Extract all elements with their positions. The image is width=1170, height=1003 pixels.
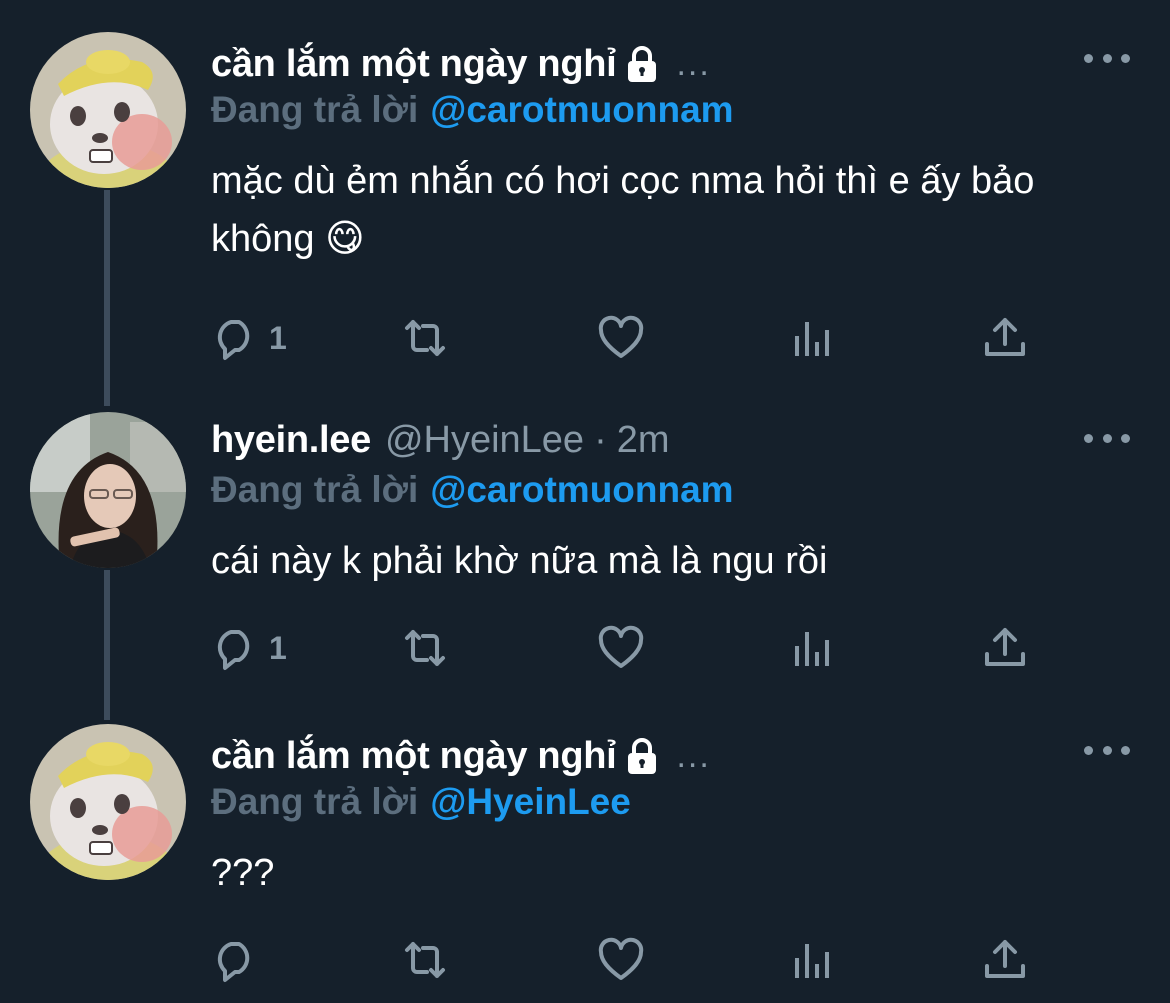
replying-label: Đang trả lời [211, 781, 419, 822]
analytics-button[interactable] [789, 934, 837, 986]
reply-button[interactable]: 1 [211, 312, 287, 364]
tweet[interactable]: hyein.lee @HyeinLee · 2m Đang trả lời @c… [0, 400, 1170, 720]
reply-icon [217, 942, 250, 982]
reply-count: 1 [269, 319, 287, 356]
more-icon[interactable] [1084, 740, 1130, 760]
tweet[interactable]: cần lắm một ngày nghỉ ... Đang trả lời @… [0, 0, 1170, 400]
tweet-actions [211, 934, 1051, 986]
mention-link[interactable]: @carotmuonnam [430, 469, 733, 511]
tweet-thread: cần lắm một ngày nghỉ ... Đang trả lời @… [0, 0, 1170, 1003]
like-icon [598, 625, 644, 668]
mention-link[interactable]: @carotmuonnam [430, 89, 733, 131]
more-icon[interactable] [1084, 428, 1130, 448]
retweet-icon [405, 942, 445, 978]
timestamp[interactable]: 2m [617, 419, 670, 462]
retweet-button[interactable] [401, 934, 449, 986]
analytics-icon [795, 322, 829, 356]
cartoon-avatar-image [30, 32, 186, 188]
display-name[interactable]: hyein.lee [211, 419, 371, 462]
mention-link[interactable]: @HyeinLee [430, 781, 631, 823]
reply-icon [217, 630, 250, 670]
avatar[interactable] [30, 724, 186, 880]
lock-icon [622, 44, 662, 84]
replying-label: Đang trả lời [211, 469, 419, 510]
reply-button[interactable]: 1 [211, 622, 287, 674]
retweet-icon [405, 630, 445, 666]
reply-button[interactable] [211, 934, 269, 986]
replying-to: Đang trả lời @carotmuonnam [211, 88, 734, 132]
tweet-actions: 1 [211, 622, 1051, 674]
replying-to: Đang trả lời @HyeinLee [211, 780, 631, 824]
like-button[interactable] [597, 312, 645, 364]
photo-avatar-image [30, 412, 186, 568]
like-button[interactable] [597, 622, 645, 674]
avatar[interactable] [30, 32, 186, 188]
avatar[interactable] [30, 412, 186, 568]
truncated-indicator: ... [676, 44, 711, 83]
retweet-icon [405, 320, 445, 356]
share-icon [985, 940, 1025, 978]
display-name[interactable]: cần lắm một ngày nghỉ [211, 43, 617, 86]
tweet[interactable]: cần lắm một ngày nghỉ ... Đang trả lời @… [0, 720, 1170, 1003]
share-button[interactable] [981, 934, 1029, 986]
share-button[interactable] [981, 312, 1029, 364]
like-button[interactable] [597, 934, 645, 986]
analytics-icon [795, 632, 829, 666]
tweet-header: cần lắm một ngày nghỉ ... [211, 42, 711, 86]
retweet-button[interactable] [401, 622, 449, 674]
separator-dot: · [594, 418, 607, 461]
analytics-button[interactable] [789, 622, 837, 674]
tweet-text: ??? [211, 852, 275, 894]
truncated-indicator: ... [676, 736, 711, 775]
reply-icon [217, 320, 250, 360]
replying-label: Đang trả lời [211, 89, 419, 130]
user-handle[interactable]: @HyeinLee [385, 419, 584, 462]
display-name[interactable]: cần lắm một ngày nghỉ [211, 735, 617, 778]
retweet-button[interactable] [401, 312, 449, 364]
reply-count: 1 [269, 629, 287, 666]
analytics-button[interactable] [789, 312, 837, 364]
tweet-header: hyein.lee @HyeinLee · 2m [211, 418, 670, 462]
tweet-text: mặc dù ẻm nhắn có hơi cọc nma hỏi thì e … [211, 160, 1035, 260]
tweet-actions: 1 [211, 312, 1051, 364]
lock-icon [622, 736, 662, 776]
like-icon [598, 937, 644, 980]
like-icon [598, 315, 644, 358]
cartoon-avatar-image [30, 724, 186, 880]
share-icon [985, 628, 1025, 666]
analytics-icon [795, 944, 829, 978]
replying-to: Đang trả lời @carotmuonnam [211, 468, 734, 512]
more-icon[interactable] [1084, 48, 1130, 68]
tweet-text: cái này k phải khờ nữa mà là ngu rồi [211, 540, 828, 582]
share-button[interactable] [981, 622, 1029, 674]
tweet-header: cần lắm một ngày nghỉ ... [211, 734, 711, 778]
share-icon [985, 318, 1025, 356]
